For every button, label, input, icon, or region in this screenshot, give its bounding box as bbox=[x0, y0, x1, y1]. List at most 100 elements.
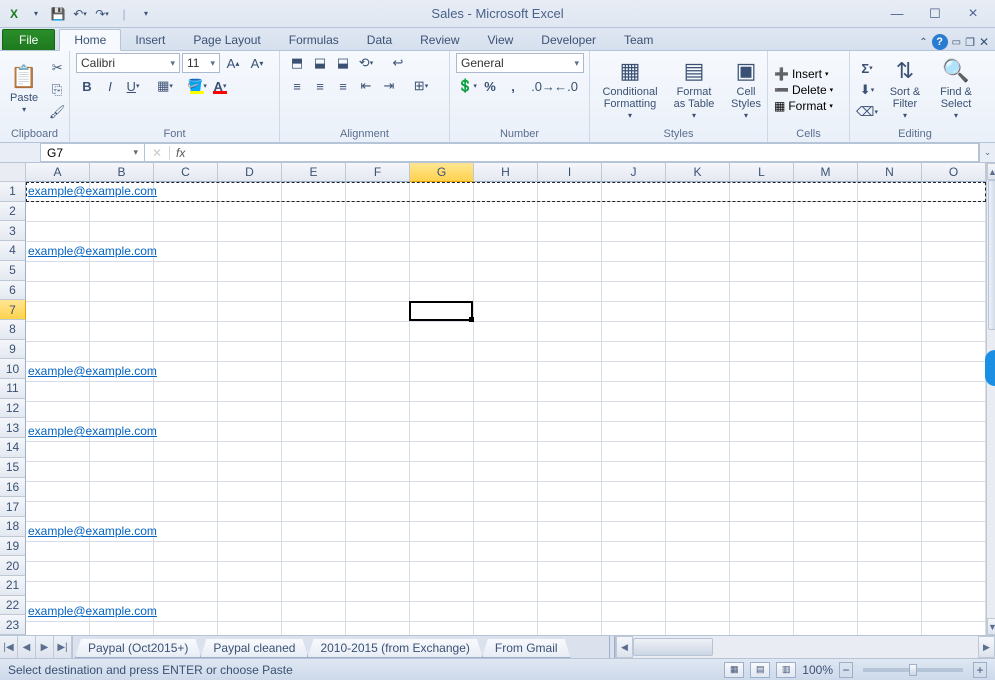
cell[interactable] bbox=[538, 262, 602, 282]
cell[interactable] bbox=[282, 322, 346, 342]
cell[interactable] bbox=[666, 362, 730, 382]
excel-icon[interactable]: X bbox=[4, 4, 24, 24]
cell[interactable] bbox=[410, 402, 474, 422]
cell[interactable] bbox=[346, 362, 410, 382]
undo-icon[interactable]: ↶▾ bbox=[70, 4, 90, 24]
cell[interactable] bbox=[666, 542, 730, 562]
insert-cells-button[interactable]: ➕Insert▾ bbox=[774, 67, 833, 81]
cell[interactable] bbox=[474, 422, 538, 442]
cell[interactable] bbox=[794, 442, 858, 462]
cell[interactable] bbox=[858, 482, 922, 502]
cell[interactable] bbox=[858, 382, 922, 402]
cell[interactable] bbox=[922, 482, 986, 502]
cell[interactable] bbox=[26, 222, 90, 242]
cell[interactable] bbox=[602, 182, 666, 202]
cell[interactable] bbox=[474, 442, 538, 462]
cell[interactable] bbox=[602, 202, 666, 222]
cell[interactable] bbox=[794, 582, 858, 602]
cell[interactable] bbox=[154, 242, 218, 262]
tab-formulas[interactable]: Formulas bbox=[275, 30, 353, 50]
cell[interactable] bbox=[858, 282, 922, 302]
row-header[interactable]: 4 bbox=[0, 241, 26, 261]
cell[interactable] bbox=[666, 222, 730, 242]
cell[interactable] bbox=[218, 562, 282, 582]
maximize-button[interactable]: ☐ bbox=[921, 4, 949, 24]
cell[interactable] bbox=[346, 182, 410, 202]
cell[interactable] bbox=[26, 462, 90, 482]
cell[interactable] bbox=[90, 282, 154, 302]
cell[interactable] bbox=[730, 582, 794, 602]
cell[interactable] bbox=[922, 182, 986, 202]
cell[interactable] bbox=[410, 482, 474, 502]
decrease-decimal-icon[interactable]: ←.0 bbox=[555, 76, 577, 96]
cell[interactable] bbox=[90, 462, 154, 482]
cell[interactable] bbox=[90, 502, 154, 522]
cell[interactable] bbox=[794, 622, 858, 635]
column-header[interactable]: H bbox=[474, 163, 538, 182]
cell[interactable] bbox=[794, 402, 858, 422]
column-header[interactable]: I bbox=[538, 163, 602, 182]
cell[interactable] bbox=[218, 522, 282, 542]
cell[interactable] bbox=[346, 202, 410, 222]
comma-format-icon[interactable]: , bbox=[502, 76, 524, 96]
shrink-font-icon[interactable]: A▾ bbox=[246, 53, 268, 73]
column-header[interactable]: J bbox=[602, 163, 666, 182]
cell[interactable] bbox=[410, 442, 474, 462]
horizontal-scrollbar[interactable]: ◀ ▶ bbox=[615, 636, 995, 658]
tab-page-layout[interactable]: Page Layout bbox=[179, 30, 274, 50]
cell[interactable] bbox=[602, 222, 666, 242]
cell[interactable] bbox=[730, 422, 794, 442]
cell[interactable] bbox=[90, 542, 154, 562]
cell[interactable] bbox=[474, 182, 538, 202]
cell[interactable] bbox=[922, 582, 986, 602]
cell[interactable] bbox=[730, 222, 794, 242]
column-header[interactable]: N bbox=[858, 163, 922, 182]
cell[interactable] bbox=[218, 482, 282, 502]
cell[interactable] bbox=[666, 522, 730, 542]
cell[interactable] bbox=[474, 282, 538, 302]
cell[interactable] bbox=[538, 342, 602, 362]
cell[interactable] bbox=[218, 622, 282, 635]
cell[interactable] bbox=[282, 622, 346, 635]
cell[interactable] bbox=[154, 282, 218, 302]
cell[interactable] bbox=[538, 202, 602, 222]
cell[interactable] bbox=[90, 262, 154, 282]
cell[interactable] bbox=[26, 562, 90, 582]
cell[interactable] bbox=[218, 282, 282, 302]
page-break-view-icon[interactable]: ▥ bbox=[776, 662, 796, 678]
column-header[interactable]: L bbox=[730, 163, 794, 182]
cells-area[interactable]: example@example.comexample@example.comex… bbox=[26, 182, 986, 635]
cell[interactable] bbox=[858, 362, 922, 382]
cell[interactable] bbox=[474, 502, 538, 522]
cell[interactable] bbox=[90, 322, 154, 342]
cell[interactable] bbox=[730, 242, 794, 262]
cell[interactable] bbox=[538, 322, 602, 342]
save-icon[interactable]: 💾 bbox=[48, 4, 68, 24]
cell[interactable] bbox=[410, 202, 474, 222]
zoom-out-icon[interactable]: − bbox=[839, 662, 853, 678]
cell[interactable] bbox=[858, 502, 922, 522]
cell[interactable] bbox=[154, 462, 218, 482]
cell[interactable] bbox=[666, 322, 730, 342]
cell[interactable] bbox=[346, 422, 410, 442]
cell[interactable] bbox=[410, 322, 474, 342]
font-name-combo[interactable]: Calibri▾ bbox=[76, 53, 180, 73]
cell[interactable] bbox=[538, 462, 602, 482]
cell[interactable] bbox=[26, 382, 90, 402]
cell[interactable] bbox=[410, 242, 474, 262]
cell[interactable] bbox=[154, 502, 218, 522]
cell[interactable] bbox=[26, 542, 90, 562]
cell[interactable] bbox=[474, 482, 538, 502]
cell[interactable] bbox=[346, 302, 410, 322]
cell[interactable] bbox=[858, 582, 922, 602]
cell[interactable] bbox=[474, 322, 538, 342]
cell[interactable] bbox=[538, 362, 602, 382]
cell[interactable] bbox=[794, 502, 858, 522]
align-middle-icon[interactable]: ⬓ bbox=[309, 53, 331, 73]
cell[interactable] bbox=[474, 542, 538, 562]
cell[interactable] bbox=[282, 482, 346, 502]
row-headers[interactable]: 1234567891011121314151617181920212223 bbox=[0, 182, 26, 635]
cell[interactable] bbox=[26, 482, 90, 502]
cell[interactable] bbox=[666, 302, 730, 322]
cell[interactable] bbox=[410, 362, 474, 382]
